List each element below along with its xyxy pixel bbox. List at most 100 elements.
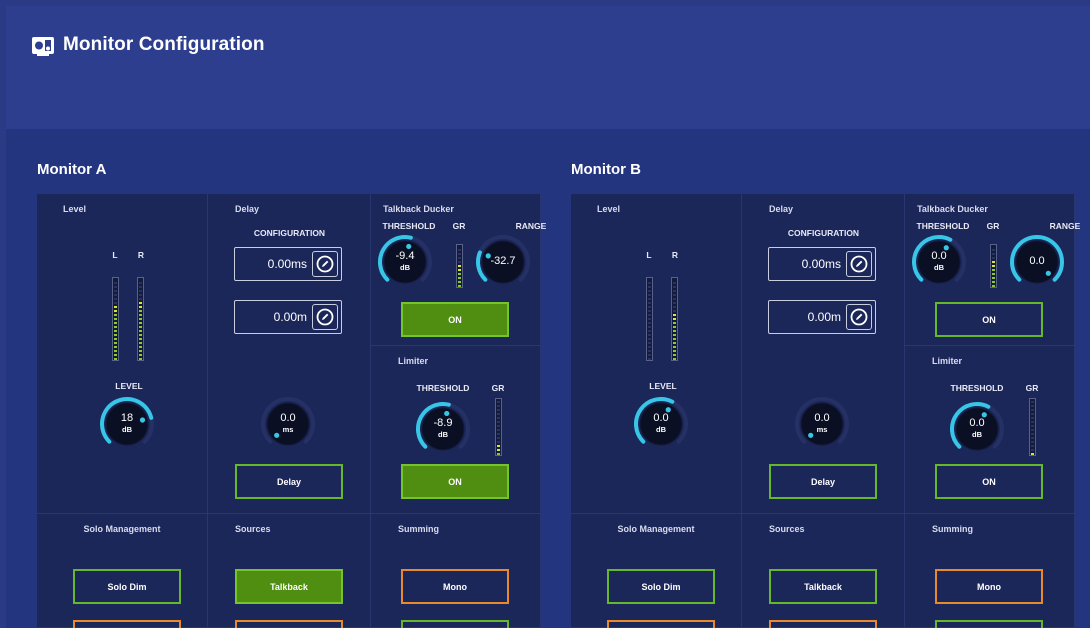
delay-button[interactable]: Delay (769, 464, 877, 499)
delay-knob-unit: ms (282, 425, 294, 434)
edit-distance-button[interactable] (312, 304, 338, 330)
mono-button[interactable]: Mono (401, 569, 509, 604)
level-knob-value: 18 (120, 412, 134, 424)
meter-segment (1031, 409, 1034, 411)
limiter-section: Limiter THRESHOLD GR 0.0 dB ON (905, 346, 1075, 514)
meter-segment (1031, 401, 1034, 403)
meter-segment (497, 425, 500, 427)
level-knob-label: LEVEL (649, 381, 677, 391)
talkback-button[interactable]: Talkback (235, 569, 343, 604)
level-knob[interactable]: 0.0 dB (633, 396, 689, 452)
left-level-meter (112, 277, 119, 361)
level-section: Level L R LEVEL 18 dB (37, 194, 208, 514)
meter-segment (648, 346, 651, 348)
meter-segment (673, 342, 676, 344)
delay-time-field[interactable]: 0.00ms (768, 247, 876, 281)
ducker-range-value: 0.0 (1029, 255, 1045, 267)
edit-time-button[interactable] (846, 251, 872, 277)
ducker-range-knob[interactable]: -32.7 (475, 234, 531, 290)
meter-segment (458, 257, 461, 259)
meter-segment (673, 346, 676, 348)
meter-segment (673, 306, 676, 308)
meter-segment (673, 322, 676, 324)
sources-secondary-button[interactable] (769, 620, 877, 628)
knob-face (800, 402, 844, 446)
meter-segment (114, 350, 117, 352)
header-bar: Monitor Configuration (6, 6, 1090, 129)
ducker-threshold-knob[interactable]: 0.0 dB (911, 234, 967, 290)
level-knob[interactable]: 18 dB (99, 396, 155, 452)
solo-secondary-button[interactable] (73, 620, 181, 628)
meter-segment (673, 290, 676, 292)
limiter-on-button[interactable]: ON (401, 464, 509, 499)
meter-segment (673, 318, 676, 320)
meter-segment (648, 294, 651, 296)
sources-secondary-button[interactable] (235, 620, 343, 628)
delay-knob-unit: ms (816, 425, 828, 434)
delay-knob[interactable]: 0.0 ms (794, 396, 850, 452)
meter-segment (1031, 433, 1034, 435)
delay-time-field[interactable]: 0.00ms (234, 247, 342, 281)
meter-segment (673, 310, 676, 312)
meter-segment (673, 282, 676, 284)
summing-secondary-button[interactable] (401, 620, 509, 628)
ducker-range-knob[interactable]: 0.0 (1009, 234, 1065, 290)
solo-dim-button[interactable]: Solo Dim (607, 569, 715, 604)
ducker-threshold-knob[interactable]: -9.4 dB (377, 234, 433, 290)
mono-button[interactable]: Mono (935, 569, 1043, 604)
meter-segment (114, 322, 117, 324)
delay-knob[interactable]: 0.0 ms (260, 396, 316, 452)
knob-face (917, 240, 961, 284)
knob-dial (378, 235, 432, 284)
meter-segment (114, 330, 117, 332)
delay-section: Delay CONFIGURATION 0.00ms 0.00m 0.0 ms … (208, 194, 371, 514)
solo-secondary-button[interactable] (607, 620, 715, 628)
summing-secondary-button[interactable] (935, 620, 1043, 628)
meter-segment (992, 265, 995, 267)
meter-segment (497, 413, 500, 415)
solo-dim-button[interactable]: Solo Dim (73, 569, 181, 604)
meter-segment (673, 350, 676, 352)
meter-segment (139, 318, 142, 320)
ducker-range-label: RANGE (1049, 221, 1081, 231)
ducker-on-button[interactable]: ON (935, 302, 1043, 337)
edit-distance-button[interactable] (846, 304, 872, 330)
meter-segment (648, 298, 651, 300)
meter-segment (648, 334, 651, 336)
page-title: Monitor Configuration (63, 34, 265, 55)
meter-segment (139, 306, 142, 308)
meter-segment (673, 314, 676, 316)
delay-button[interactable]: Delay (235, 464, 343, 499)
meter-segment (139, 286, 142, 288)
meter-segment (114, 346, 117, 348)
meter-segment (673, 338, 676, 340)
meter-segment (114, 294, 117, 296)
level-knob-value: 0.0 (653, 412, 669, 424)
limiter-threshold-knob[interactable]: -8.9 dB (415, 401, 471, 457)
delay-distance-field[interactable]: 0.00m (768, 300, 876, 334)
solo-management-label: Solo Management (83, 524, 161, 534)
meter-segment (139, 294, 142, 296)
edit-time-button[interactable] (312, 251, 338, 277)
delay-distance-field[interactable]: 0.00m (234, 300, 342, 334)
ducker-on-button[interactable]: ON (401, 302, 509, 337)
limiter-on-button[interactable]: ON (935, 464, 1043, 499)
monitor-b-title: Monitor B (571, 161, 641, 178)
left-channel-label: L (646, 250, 652, 260)
meter-segment (114, 334, 117, 336)
meter-segment (139, 354, 142, 356)
meter-segment (139, 342, 142, 344)
monitor-a-panel: Level L R LEVEL 18 dB Delay CONFIGURATIO… (37, 194, 546, 628)
right-level-meter (671, 277, 678, 361)
limiter-gr-meter (1029, 398, 1036, 456)
meter-segment (648, 310, 651, 312)
limiter-threshold-label: THRESHOLD (950, 383, 1004, 393)
meter-segment (497, 409, 500, 411)
knob-dial (261, 397, 315, 446)
delay-knob-value: 0.0 (280, 412, 296, 424)
talkback-button[interactable]: Talkback (769, 569, 877, 604)
meter-segment (673, 294, 676, 296)
limiter-threshold-knob[interactable]: 0.0 dB (949, 401, 1005, 457)
talkback-ducker-section: Talkback Ducker THRESHOLD GR RANGE -9.4 … (371, 194, 546, 346)
meter-segment (992, 253, 995, 255)
